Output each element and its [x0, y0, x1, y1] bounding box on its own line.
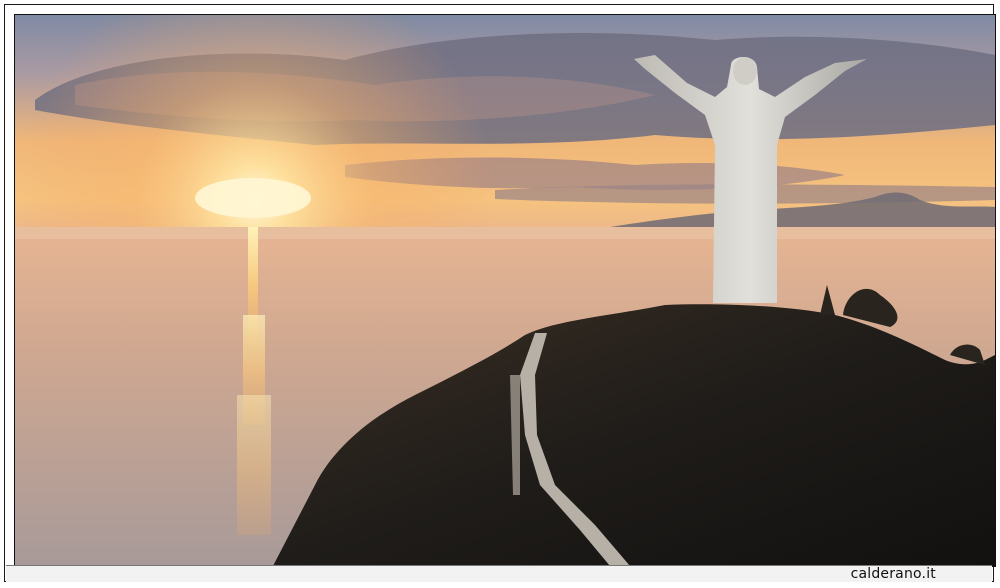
photo [14, 14, 996, 567]
caption-bar: calderano.it [6, 565, 992, 582]
image-frame [4, 4, 996, 582]
site-credit: calderano.it [850, 566, 936, 582]
sun [195, 178, 311, 218]
